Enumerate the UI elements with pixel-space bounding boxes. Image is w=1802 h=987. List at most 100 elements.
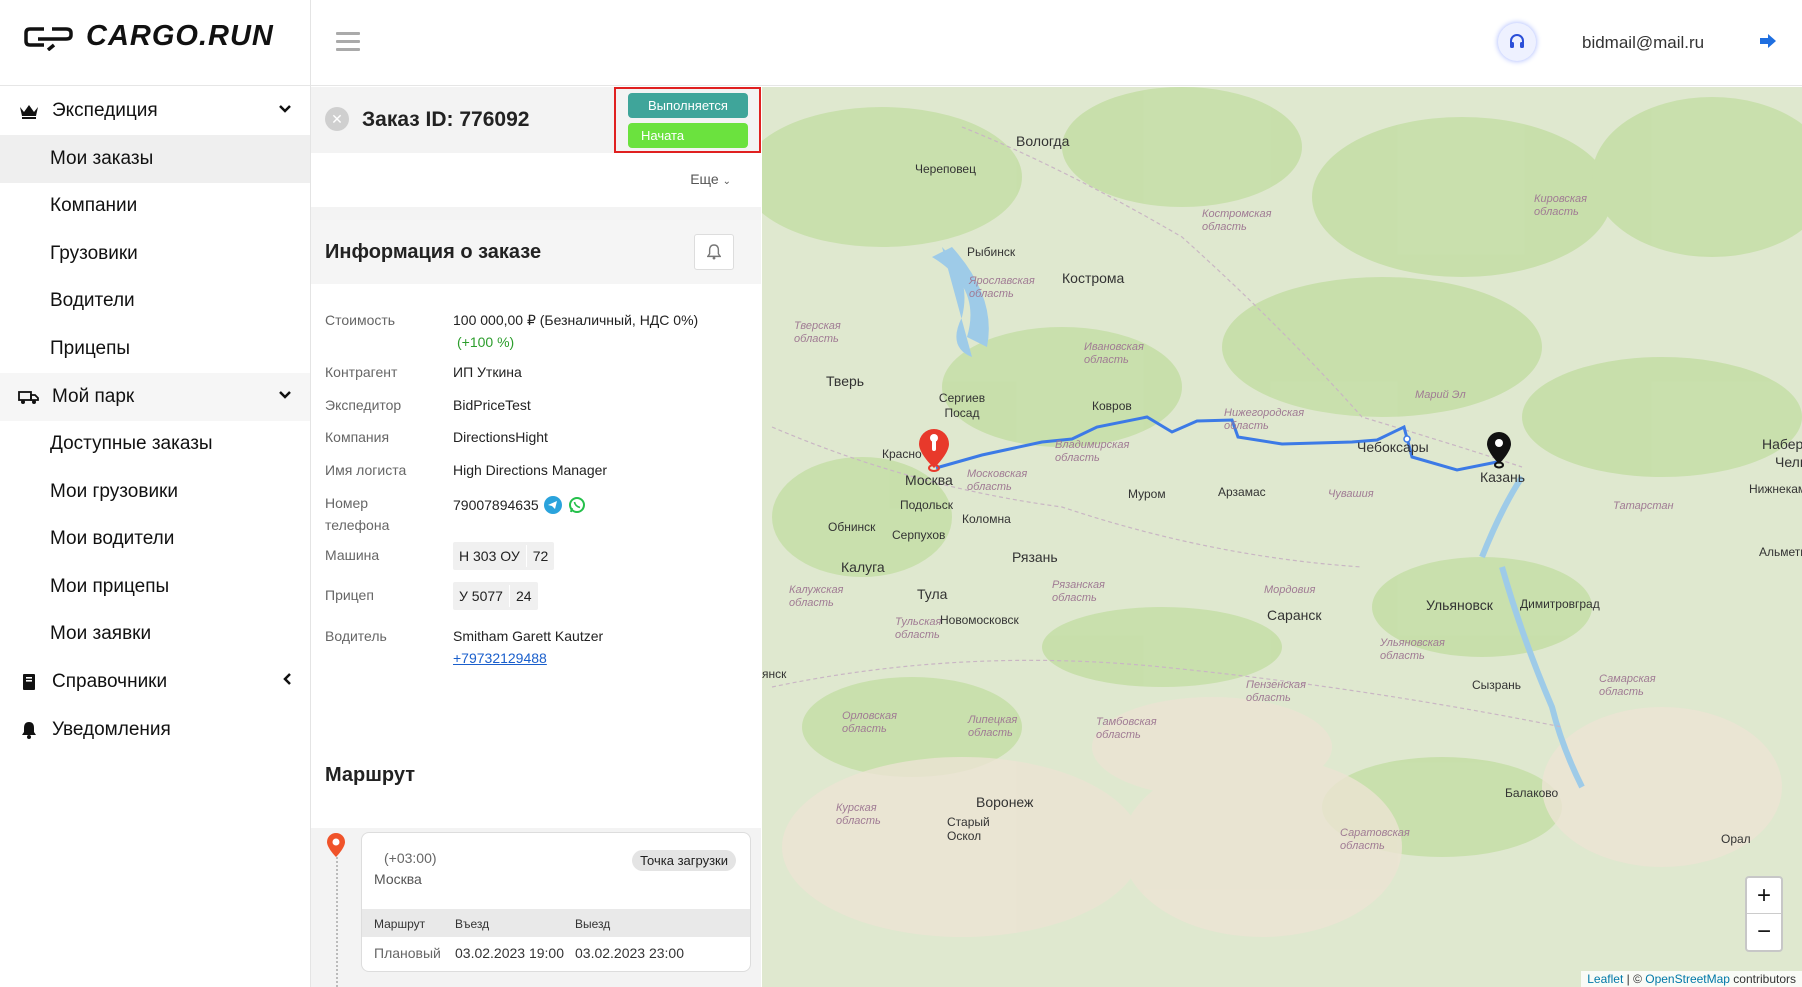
order-title: Заказ ID: 776092 <box>362 108 530 131</box>
sidebar-item-my-orders[interactable]: Мои заказы <box>0 135 310 183</box>
status-badge-started[interactable]: Начата <box>628 123 748 148</box>
map-city-label: Новомосковск <box>940 613 1019 627</box>
bell-icon <box>707 244 721 260</box>
field-phone: Номер телефона 79007894635 <box>325 492 745 536</box>
chevron-down-icon <box>278 387 292 404</box>
table-cell: Плановый <box>374 945 441 961</box>
map-region-label: Нижегородская область <box>1224 407 1305 432</box>
zoom-out-button[interactable]: − <box>1747 914 1781 950</box>
map-region-label: Кировская область <box>1534 193 1588 218</box>
map-city-label: Калуга <box>841 559 885 575</box>
sidebar-item-my-drivers[interactable]: Мои водители <box>0 516 310 564</box>
sidebar-section-references[interactable]: Справочники <box>0 658 310 706</box>
plate-number: У 5077 <box>459 588 503 604</box>
map-city-label: Арзамас <box>1218 485 1266 499</box>
license-plate: Н 303 ОУ 72 <box>453 542 555 570</box>
map-city-label: Балаково <box>1505 786 1559 800</box>
zoom-in-button[interactable]: + <box>1747 878 1781 914</box>
menu-toggle-icon[interactable] <box>336 32 360 56</box>
sidebar: Экспедиция Мои заказы Компании Грузовики… <box>0 87 310 987</box>
cargo-logo-icon <box>24 26 73 51</box>
telegram-icon[interactable] <box>543 496 562 514</box>
sidebar-item-my-trucks[interactable]: Мои грузовики <box>0 468 310 516</box>
map-region-label: Саратовская область <box>1340 827 1410 852</box>
map-region-label: Ульяновская область <box>1380 637 1445 662</box>
map-city-label: Вологда <box>1016 133 1070 149</box>
table-cell: 03.02.2023 23:00 <box>575 945 684 961</box>
map-region-label: Владимирская область <box>1055 439 1130 464</box>
close-icon[interactable]: ✕ <box>325 107 349 131</box>
osm-link[interactable]: OpenStreetMap <box>1645 972 1730 986</box>
leaflet-link[interactable]: Leaflet <box>1587 972 1623 986</box>
sidebar-item-available-orders[interactable]: Доступные заказы <box>0 421 310 469</box>
map-view[interactable]: Вологда Череповец Рыбинск Кострома Тверь… <box>762 87 1802 987</box>
top-header: CARGO.RUN bidmail@mail.ru <box>0 0 1802 86</box>
app-logo[interactable]: CARGO.RUN <box>24 20 274 53</box>
field-value: ИП Уткина <box>453 364 522 380</box>
sidebar-section-label: Мой парк <box>52 385 135 407</box>
sidebar-item-my-trailers[interactable]: Мои прицепы <box>0 563 310 611</box>
logout-icon[interactable] <box>1758 32 1778 56</box>
map-city-label: Альметь <box>1759 545 1802 559</box>
truck-icon <box>18 389 40 405</box>
info-title: Информация о заказе <box>325 241 542 263</box>
table-cell: 03.02.2023 19:00 <box>455 945 564 961</box>
map-city-label: янск <box>762 667 787 681</box>
field-label: Номер телефона <box>325 492 445 536</box>
map-city-label: Рязань <box>1012 549 1058 565</box>
map-region-label: Тверская область <box>794 320 841 345</box>
phone-value: 79007894635 <box>453 497 539 513</box>
map-city-label: Нижнекамск <box>1749 482 1802 496</box>
field-driver: Водитель Smitham Garett Kautzer +7973212… <box>325 625 745 669</box>
map-attribution: Leaflet | © OpenStreetMap contributors <box>1581 971 1802 987</box>
sidebar-item-trucks[interactable]: Грузовики <box>0 230 310 278</box>
map-region-label: Ярославская область <box>969 275 1035 300</box>
support-headset-icon[interactable] <box>1498 23 1536 61</box>
more-row: Еще ⌄ <box>311 153 761 207</box>
crown-icon <box>18 103 40 119</box>
more-dropdown[interactable]: Еще ⌄ <box>690 171 731 187</box>
map-city-label: Тула <box>917 586 948 602</box>
map-city-label: Обнинск <box>828 520 876 534</box>
field-label: Прицеп <box>325 587 374 603</box>
driver-phone-link[interactable]: +79732129488 <box>453 650 547 666</box>
phone-label-line2: телефона <box>325 517 390 533</box>
map-city-label: Чебоксары <box>1357 439 1429 455</box>
sidebar-item-companies[interactable]: Компании <box>0 183 310 231</box>
license-plate: У 5077 24 <box>453 582 538 610</box>
status-badge-in-progress[interactable]: Выполняется <box>628 93 748 118</box>
map-city-label: Старый Оскол <box>947 815 990 843</box>
book-icon <box>18 673 40 691</box>
map-city-label: Коломна <box>962 512 1011 526</box>
field-value: DirectionsHight <box>453 429 548 445</box>
phone-label-line1: Номер <box>325 495 369 511</box>
table-header-cell: Выезд <box>575 917 611 931</box>
notification-bell-button[interactable] <box>694 234 734 270</box>
sidebar-section-label: Уведомления <box>52 719 171 740</box>
map-city-label: Ковров <box>1092 399 1132 413</box>
field-trailer: Прицеп У 5077 24 <box>325 582 745 616</box>
map-city-label: Саранск <box>1267 607 1322 623</box>
table-header-cell: Маршрут <box>374 917 426 931</box>
driver-name: Smitham Garett Kautzer <box>453 628 604 644</box>
sidebar-section-notifications[interactable]: Уведомления <box>0 706 310 754</box>
logo-text: CARGO.RUN <box>86 20 274 52</box>
phone-value-group: 79007894635 <box>453 494 586 516</box>
map-region-label: Курская область <box>836 802 881 827</box>
cost-delta: (+100 %) <box>457 334 515 350</box>
field-value: BidPriceTest <box>453 397 531 413</box>
whatsapp-icon[interactable] <box>568 496 586 514</box>
sidebar-section-expedition[interactable]: Экспедиция <box>0 87 310 135</box>
sidebar-item-drivers[interactable]: Водители <box>0 278 310 326</box>
map-city-label: Казань <box>1480 469 1526 485</box>
map-region-label: Мордовия <box>1264 584 1316 596</box>
field-value: High Directions Manager <box>453 462 608 478</box>
more-label: Еще <box>690 171 719 187</box>
field-truck: Машина Н 303 ОУ 72 <box>325 542 745 576</box>
map-region-label: Чувашия <box>1328 488 1374 500</box>
sidebar-item-trailers[interactable]: Прицепы <box>0 325 310 373</box>
sidebar-section-my-fleet[interactable]: Мой парк <box>0 372 310 421</box>
user-email[interactable]: bidmail@mail.ru <box>1582 33 1704 53</box>
sidebar-item-my-requests[interactable]: Мои заявки <box>0 611 310 659</box>
info-header: Информация о заказе <box>311 220 761 284</box>
